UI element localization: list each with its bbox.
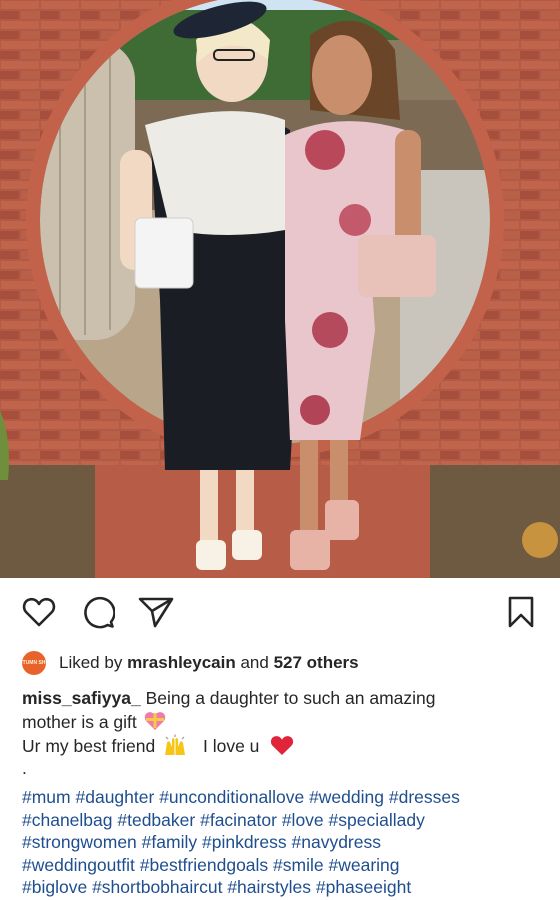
caption-hashtags: #mum #daughter #unconditionallove #weddi… [22,786,552,899]
hashtag-link[interactable]: #strongwomen [22,832,137,852]
hashtag-link[interactable]: #smile [273,855,324,875]
send-icon [138,597,174,628]
share-button[interactable] [138,594,174,630]
hashtag-link[interactable]: #navydress [292,832,382,852]
hashtag-link[interactable]: #biglove [22,877,87,897]
post-photo[interactable] [0,0,560,578]
hashtag-line: #biglove #shortbobhaircut #hairstyles #p… [22,876,552,899]
hashtag-line: #strongwomen #family #pinkdress #navydre… [22,831,552,854]
likes-middle: and [235,653,274,672]
hashtag-link[interactable]: #hairstyles [227,877,311,897]
caption-line1: Being a daughter to such an amazing [140,688,436,708]
raising-hands-icon [165,734,186,755]
hashtag-link[interactable]: #speciallady [329,810,425,830]
hashtag-link[interactable]: #wearing [329,855,400,875]
heart-with-ribbon-icon [144,712,165,730]
heart-icon [22,597,56,627]
likes-summary: AUTUMN SHOP Liked by mrashleycain and 52… [22,650,359,676]
hashtag-link[interactable]: #bestfriendgoals [140,855,268,875]
caption-line3-b: I love u [202,736,260,756]
save-button[interactable] [503,594,539,630]
hashtag-link[interactable]: #chanelbag [22,810,113,830]
likes-count[interactable]: 527 others [274,653,359,673]
caption-username[interactable]: miss_safiyya_ [22,688,141,708]
hashtag-link[interactable]: #family [142,832,197,852]
likes-prefix: Liked by [59,653,123,672]
hashtag-link[interactable]: #facinator [200,810,277,830]
post-caption: miss_safiyya_ Being a daughter to such a… [22,686,542,778]
comment-button[interactable] [80,594,116,630]
liker-username[interactable]: mrashleycain [127,653,236,673]
hashtag-line: #mum #daughter #unconditionallove #weddi… [22,786,552,809]
hashtag-link[interactable]: #pinkdress [202,832,287,852]
caption-separator: . [22,758,27,778]
post-action-bar [0,578,560,646]
bookmark-icon [508,596,534,628]
hashtag-link[interactable]: #weddingoutfit [22,855,135,875]
hashtag-link[interactable]: #dresses [389,787,460,807]
hashtag-link[interactable]: #shortbobhaircut [92,877,222,897]
like-button[interactable] [21,594,57,630]
hashtag-link[interactable]: #phaseeight [316,877,411,897]
hashtag-link[interactable]: #wedding [309,787,384,807]
red-heart-icon [271,736,294,755]
liker-avatar-text: AUTUMN SHOP [22,659,46,666]
hashtag-link[interactable]: #tedbaker [117,810,195,830]
hashtag-line: #chanelbag #tedbaker #facinator #love #s… [22,809,552,832]
hashtag-link[interactable]: #unconditionallove [159,787,304,807]
liker-avatar[interactable]: AUTUMN SHOP [22,651,46,675]
comment-icon [84,596,115,629]
hashtag-link[interactable]: #love [282,810,324,830]
caption-line3-a: Ur my best friend [22,736,156,756]
hashtag-line: #weddingoutfit #bestfriendgoals #smile #… [22,854,552,877]
caption-line2: mother is a gift [22,712,137,732]
hashtag-link[interactable]: #daughter [76,787,155,807]
hashtag-link[interactable]: #mum [22,787,71,807]
